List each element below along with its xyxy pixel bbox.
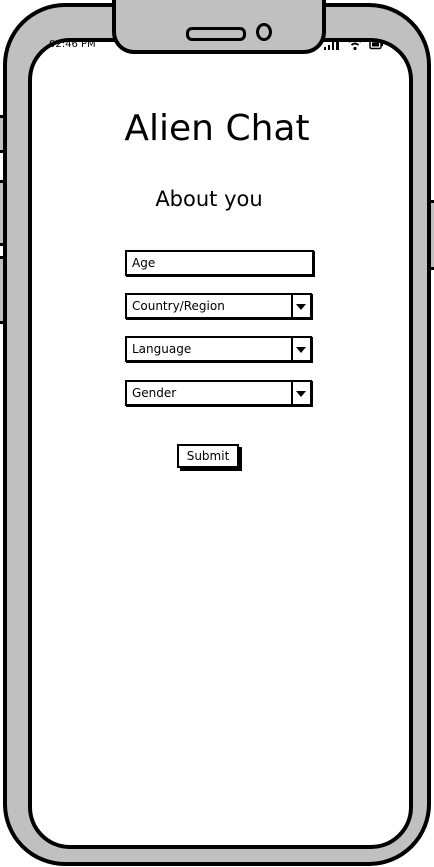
signal-icon <box>324 38 339 50</box>
chevron-down-icon[interactable] <box>291 295 310 317</box>
status-time: 02:46 PM <box>49 39 96 50</box>
language-label: Language <box>132 342 192 356</box>
age-input[interactable]: Age <box>125 250 314 276</box>
chevron-down-icon[interactable] <box>291 338 310 360</box>
status-icons <box>324 38 384 50</box>
chevron-down-icon[interactable] <box>291 382 310 404</box>
gender-label: Gender <box>132 386 177 400</box>
country-region-label: Country/Region <box>132 299 225 313</box>
battery-icon <box>369 39 383 50</box>
section-heading: About you <box>155 187 263 211</box>
wifi-icon <box>348 38 362 50</box>
age-placeholder: Age <box>132 256 156 270</box>
language-select[interactable]: Language <box>125 336 312 362</box>
speaker-icon <box>186 27 246 41</box>
app-title: Alien Chat <box>124 108 310 149</box>
camera-icon <box>256 23 272 41</box>
submit-button[interactable]: Submit <box>177 444 239 468</box>
gender-select[interactable]: Gender <box>125 380 312 406</box>
country-region-select[interactable]: Country/Region <box>125 293 312 319</box>
